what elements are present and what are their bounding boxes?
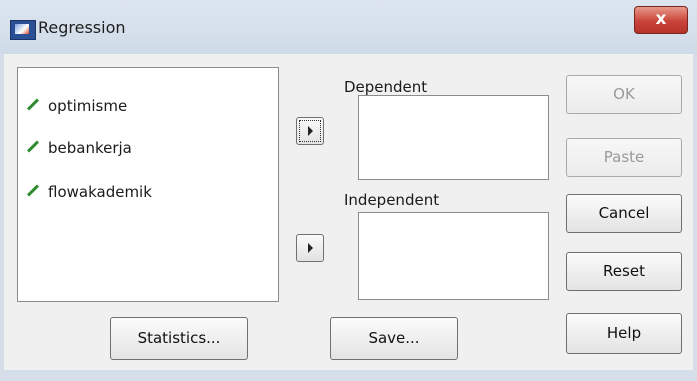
help-button[interactable]: Help: [566, 313, 682, 354]
move-to-dependent-button[interactable]: [296, 117, 324, 145]
paste-button[interactable]: Paste: [566, 138, 682, 177]
title-bar: Regression x: [0, 0, 697, 54]
close-icon: x: [655, 9, 667, 29]
dependent-field[interactable]: [358, 95, 549, 180]
save-button[interactable]: Save...: [330, 317, 458, 360]
move-to-independent-button[interactable]: [296, 234, 324, 262]
variable-name: optimisme: [48, 97, 128, 115]
dependent-label: Dependent: [344, 78, 428, 96]
window-title: Regression: [38, 18, 126, 37]
close-button[interactable]: x: [634, 6, 688, 34]
scale-variable-icon: [26, 140, 40, 153]
list-item[interactable]: flowakademik: [26, 180, 152, 204]
variable-name: flowakademik: [48, 183, 152, 201]
scale-variable-icon: [26, 98, 40, 111]
ok-button[interactable]: OK: [566, 75, 682, 114]
dialog-body: optimisme bebankerja flowakademik Depend…: [4, 54, 693, 377]
reset-button[interactable]: Reset: [566, 252, 682, 291]
cancel-button[interactable]: Cancel: [566, 194, 682, 233]
arrow-right-icon: [308, 126, 313, 136]
variable-list[interactable]: optimisme bebankerja flowakademik: [17, 67, 279, 302]
dialog-app-icon: [10, 20, 36, 40]
arrow-right-icon: [308, 243, 313, 253]
independent-label: Independent: [344, 191, 440, 209]
list-item[interactable]: bebankerja: [26, 136, 132, 160]
independent-field[interactable]: [358, 212, 549, 300]
variable-name: bebankerja: [48, 139, 132, 157]
scale-variable-icon: [26, 184, 40, 197]
list-item[interactable]: optimisme: [26, 94, 127, 118]
statistics-button[interactable]: Statistics...: [110, 317, 248, 360]
window-frame-bottom: [0, 370, 697, 381]
